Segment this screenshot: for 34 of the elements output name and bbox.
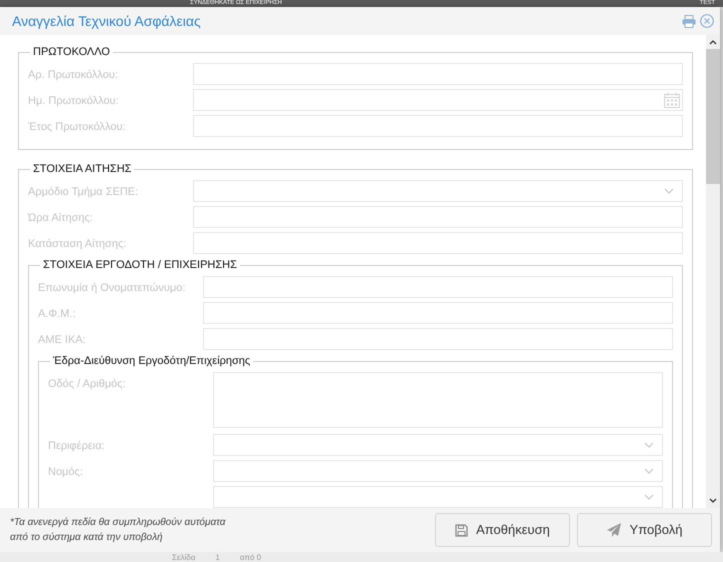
- field-label: Περιφέρεια:: [48, 440, 105, 452]
- chevron-down-icon: [664, 188, 674, 194]
- field-label: ΑΜΕ ΙΚΑ:: [38, 334, 86, 346]
- footer-note: από το σύστημα κατά την υποβολή: [10, 531, 164, 545]
- close-icon[interactable]: [700, 14, 714, 28]
- section-legend: ΣΤΟΙΧΕΙΑ ΑΙΤΗΣΗΣ: [30, 162, 134, 176]
- window-title: Αναγγελία Τεχνικού Ασφάλειας: [12, 12, 201, 31]
- field-label: Επωνυμία ή Ονοματεπώνυμο:: [38, 282, 186, 294]
- submit-button[interactable]: Υποβολή: [577, 513, 712, 547]
- page-count: από 0: [240, 552, 262, 562]
- section-legend: ΣΤΟΙΧΕΙΑ ΕΡΓΟΔΟΤΗ / ΕΠΙΧΕΙΡΗΣΗΣ: [40, 258, 240, 272]
- scrollbar-thumb[interactable]: [706, 49, 720, 184]
- footer-note: *Τα ανενεργά πεδία θα συμπληρωθούν αυτόματα: [10, 516, 226, 530]
- chevron-down-icon: [644, 442, 654, 448]
- field-label: Έτος Πρωτοκόλλου:: [28, 121, 126, 133]
- chevron-down-icon: [644, 468, 654, 474]
- field-label: Αρμόδιο Τμήμα ΣΕΠΕ:: [28, 186, 138, 198]
- paper-plane-icon: [606, 523, 622, 537]
- field-label: Αρ. Πρωτοκόλλου:: [28, 69, 118, 81]
- section-legend: ΠΡΩΤΟΚΟΛΛΟ: [30, 45, 113, 59]
- save-button[interactable]: Αποθήκευση: [435, 513, 570, 547]
- pager-label: Σελίδα: [172, 552, 196, 562]
- field-label: Α.Φ.Μ.:: [38, 308, 76, 320]
- field-label: Ημ. Πρωτοκόλλου:: [28, 95, 119, 107]
- field-label: Ώρα Αίτησης:: [28, 212, 93, 224]
- calendar-icon: [664, 92, 680, 108]
- field-label: Οδός / Αριθμός:: [48, 378, 126, 390]
- field-label: Νομός:: [48, 466, 83, 478]
- section-legend: Έδρα-Διεύθυνση Εργοδότη/Επιχείρησης: [50, 354, 254, 368]
- scrollbar[interactable]: [706, 35, 720, 508]
- field-label: Κατάσταση Αίτησης:: [28, 238, 126, 250]
- chevron-down-icon: [644, 494, 654, 500]
- page-number: 1: [215, 552, 220, 562]
- print-icon[interactable]: [682, 14, 696, 28]
